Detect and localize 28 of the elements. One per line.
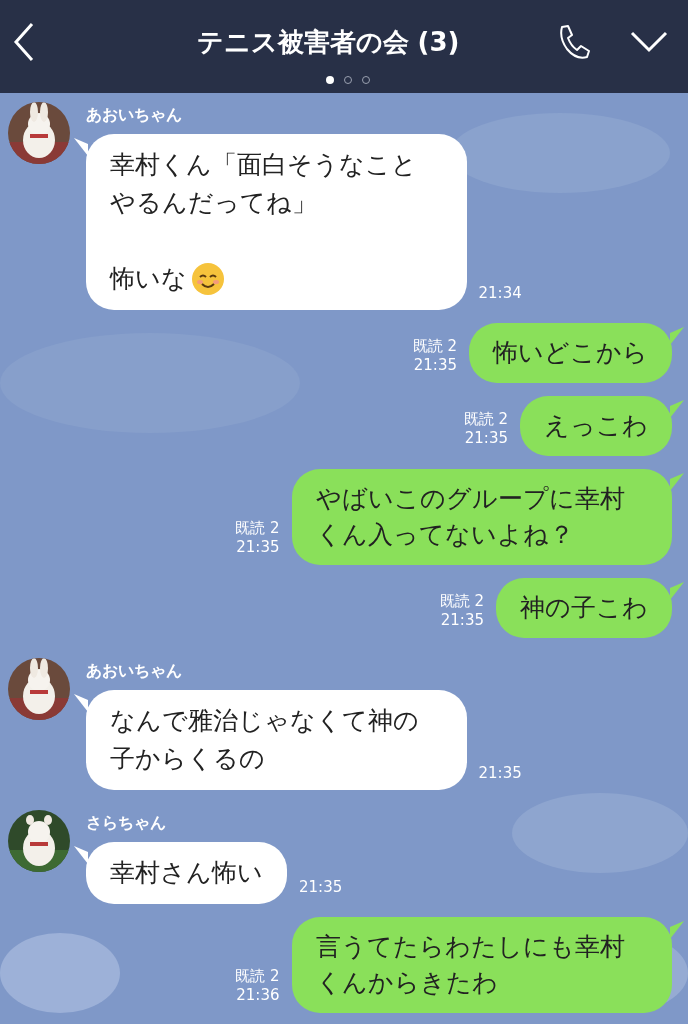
message-text: 怖いな <box>110 263 187 295</box>
message-text: なんで雅治じゃなくて神の子からくるの <box>110 705 420 775</box>
message-time: 21:35 <box>413 356 457 375</box>
message-time: 21:35 <box>236 538 280 557</box>
read-receipt: 既読 2 <box>235 519 280 538</box>
sender-name: あおいちゃん <box>86 104 183 126</box>
sender-name: あおいちゃん <box>86 660 183 682</box>
message-text: 幸村くん「面白そうなことやるんだってね」 <box>110 149 418 219</box>
message-text: 怖いどこから <box>493 337 648 369</box>
sender-name: さらちゃん <box>86 812 167 834</box>
message-time: 21:34 <box>478 282 522 304</box>
read-receipt: 既読 2 <box>439 592 484 611</box>
back-icon[interactable] <box>12 22 36 62</box>
read-receipt: 既読 2 <box>463 410 508 429</box>
message-text: 幸村さん怖い <box>110 857 263 889</box>
message-time: 21:35 <box>440 611 484 630</box>
read-receipt: 既読 2 <box>412 337 457 356</box>
message-text: 神の子こわ <box>520 592 648 624</box>
message-time: 21:35 <box>464 429 508 448</box>
message-time: 21:35 <box>478 762 522 784</box>
message-time: 21:36 <box>236 986 280 1005</box>
chevron-down-icon[interactable] <box>630 31 668 53</box>
message-text: 言うてたらわたしにも幸村くんからきたわ <box>315 931 626 999</box>
message-time: 21:35 <box>299 876 343 898</box>
message-text: えっこわ <box>544 410 648 442</box>
read-receipt: 既読 2 <box>235 967 280 986</box>
chat-title: テニス被害者の会 (3) <box>196 25 460 59</box>
message-text: やばいこのグループに幸村くん入ってないよね？ <box>315 483 626 551</box>
